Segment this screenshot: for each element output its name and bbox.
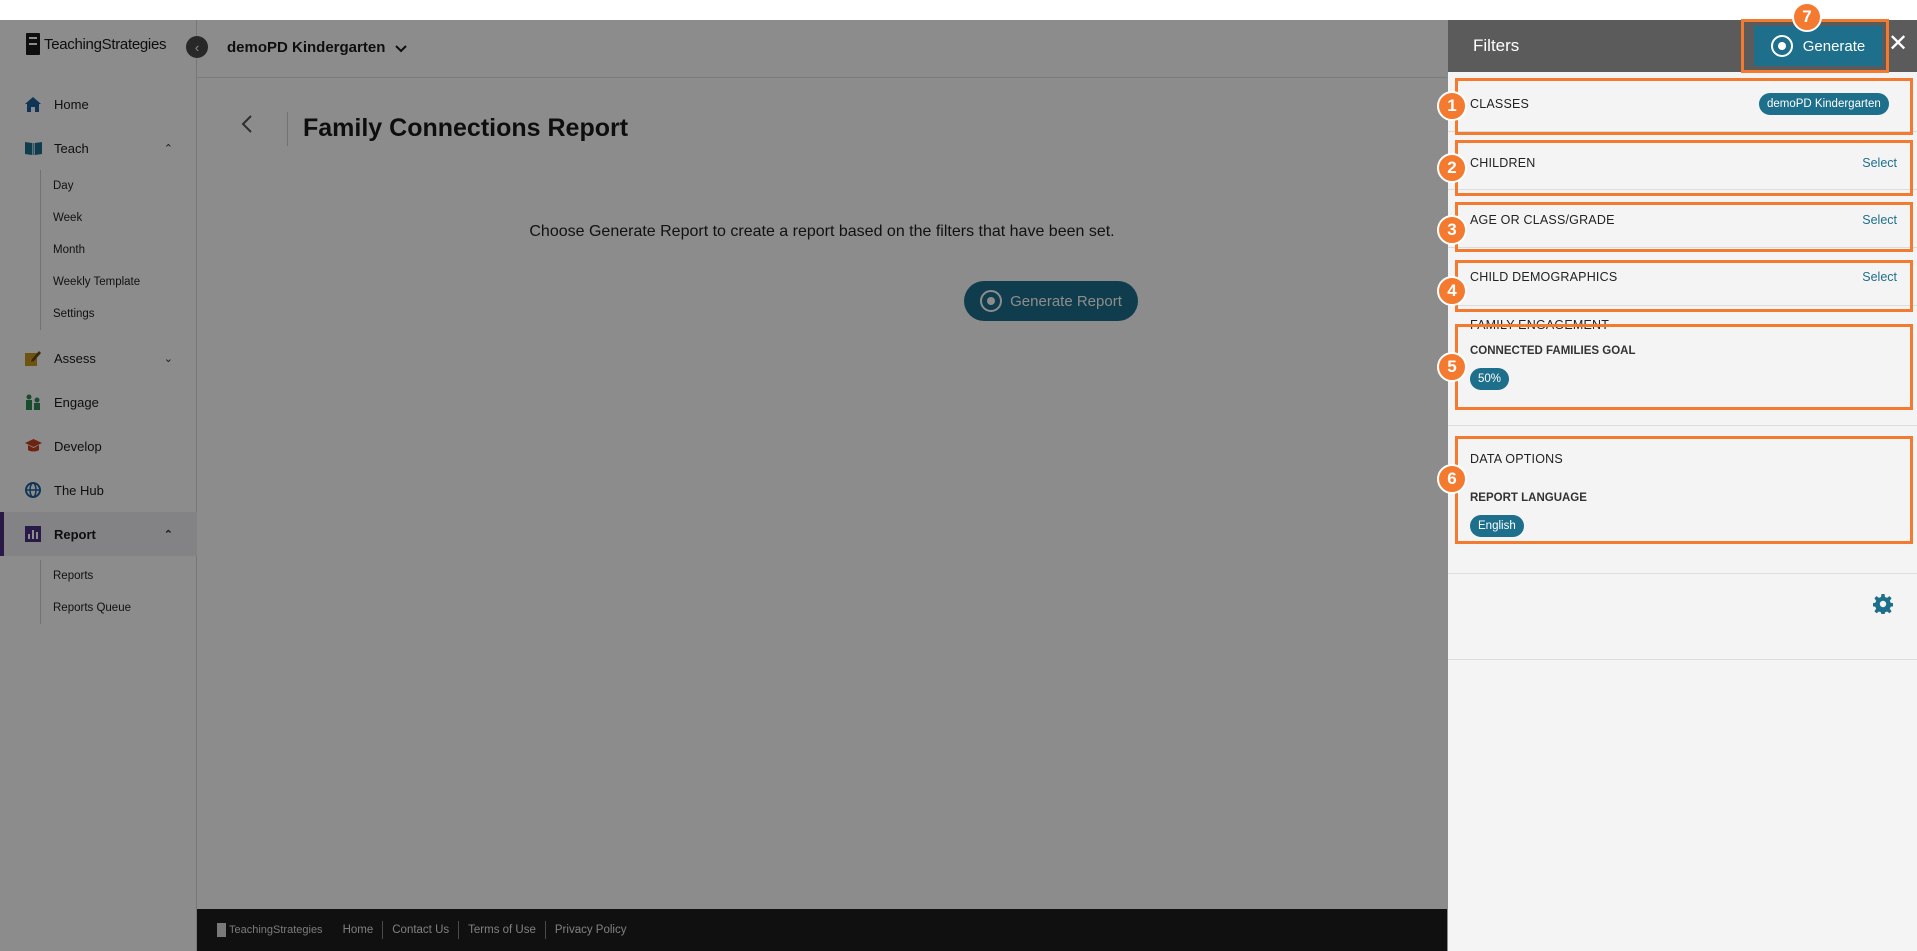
filters-title: Filters	[1473, 36, 1520, 55]
close-icon[interactable]: ✕	[1888, 31, 1908, 57]
annotation-box-5	[1455, 324, 1913, 410]
annotation-badge-7: 7	[1792, 2, 1822, 32]
annotation-badge-2: 2	[1437, 153, 1467, 183]
settings-row	[1448, 574, 1917, 660]
annotation-box-4	[1455, 260, 1913, 312]
annotation-box-2	[1455, 140, 1913, 196]
annotation-badge-1: 1	[1437, 91, 1467, 121]
annotation-badge-4: 4	[1437, 276, 1467, 306]
modal-overlay[interactable]	[0, 20, 1448, 951]
gear-icon[interactable]	[1872, 594, 1894, 616]
annotation-box-3	[1455, 202, 1913, 252]
top-strip	[0, 0, 1917, 20]
annotation-box-1	[1455, 78, 1913, 135]
annotation-box-6	[1455, 436, 1913, 544]
annotation-badge-3: 3	[1437, 215, 1467, 245]
annotation-badge-5: 5	[1437, 352, 1467, 382]
annotation-badge-6: 6	[1437, 464, 1467, 494]
